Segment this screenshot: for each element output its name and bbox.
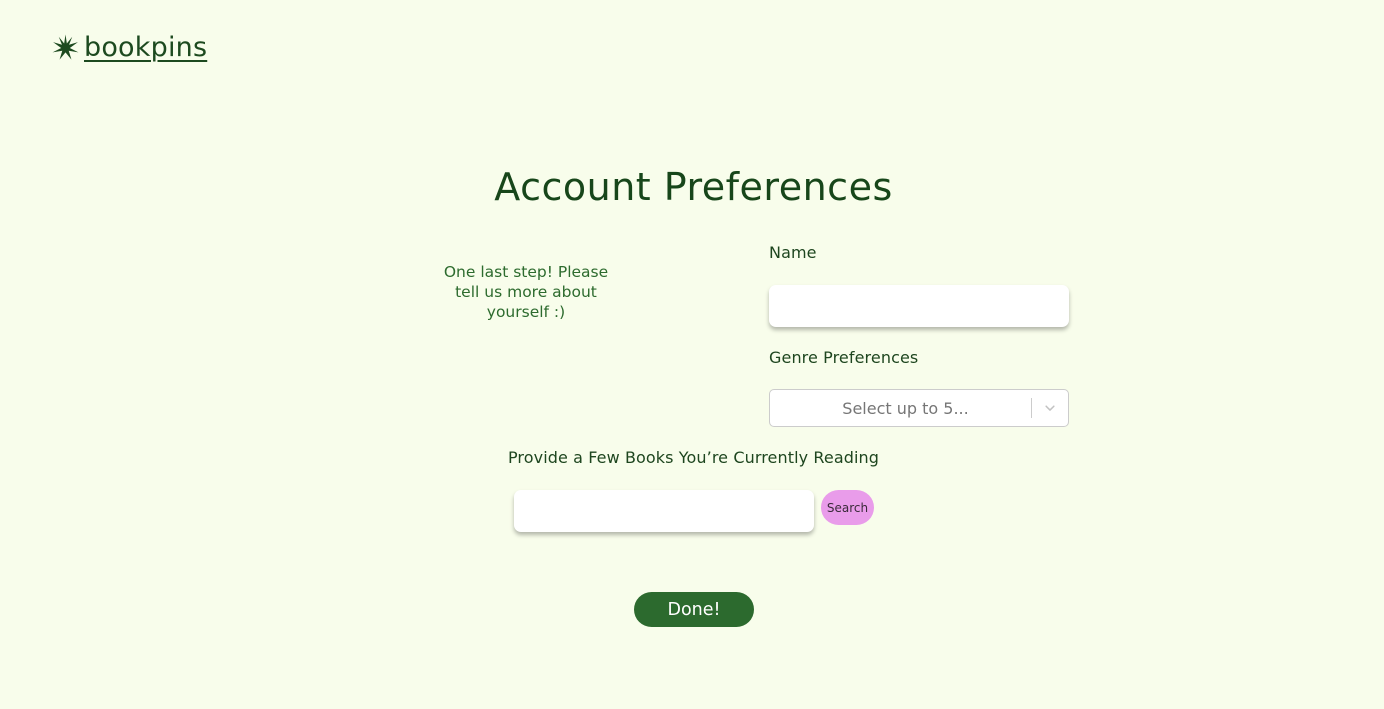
genre-select[interactable]: Select up to 5... bbox=[769, 389, 1069, 427]
page-title: Account Preferences bbox=[494, 165, 893, 209]
name-label: Name bbox=[769, 243, 817, 262]
brand-logo-link[interactable]: bookpins bbox=[52, 32, 207, 63]
genre-preferences-label: Genre Preferences bbox=[769, 348, 919, 367]
search-button[interactable]: Search bbox=[821, 490, 874, 525]
genre-select-placeholder: Select up to 5... bbox=[842, 398, 969, 418]
name-input[interactable] bbox=[769, 285, 1069, 327]
brand-name[interactable]: bookpins bbox=[84, 32, 207, 63]
chevron-down-icon[interactable] bbox=[1032, 390, 1068, 426]
book-search-input[interactable] bbox=[514, 490, 814, 532]
current-books-label: Provide a Few Books You’re Currently Rea… bbox=[507, 448, 880, 467]
sparkle-star-icon bbox=[52, 34, 79, 60]
done-button[interactable]: Done! bbox=[634, 592, 754, 627]
intro-text: One last step! Please tell us more about… bbox=[443, 263, 609, 321]
